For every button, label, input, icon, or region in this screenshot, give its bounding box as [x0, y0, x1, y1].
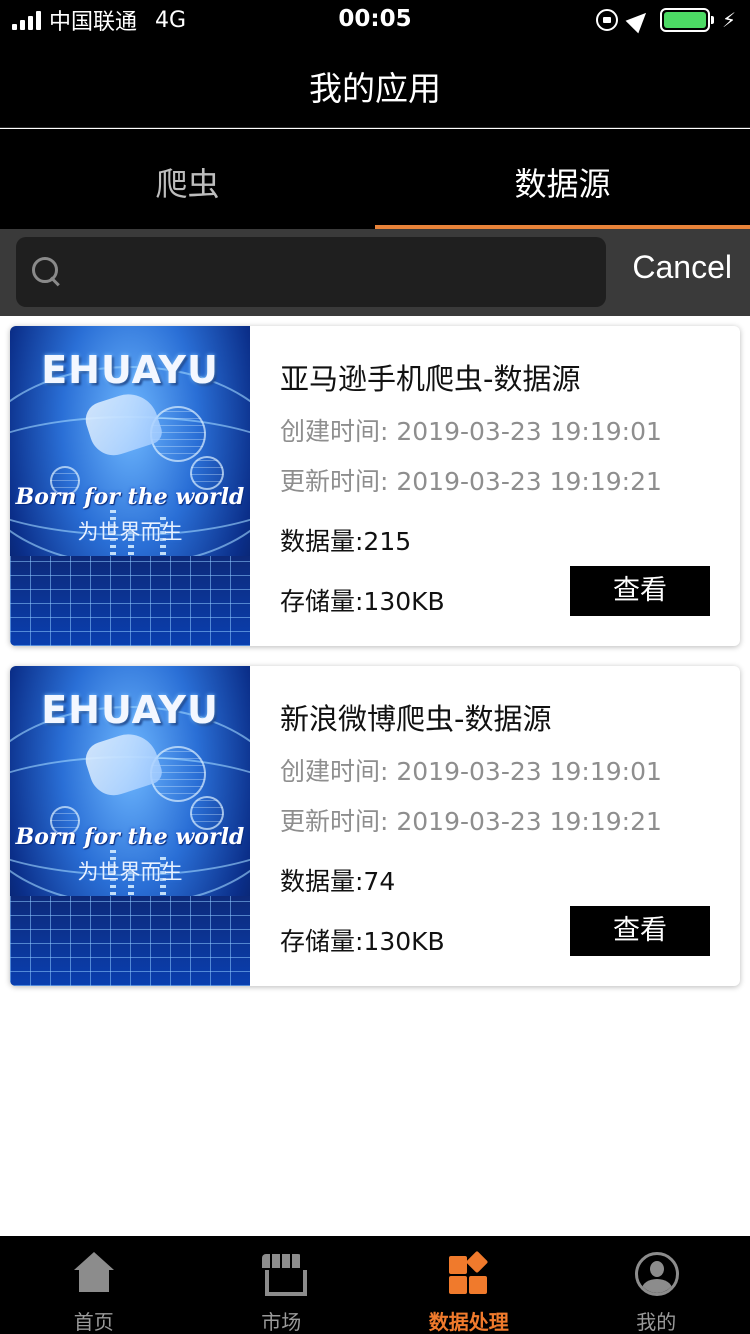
- datasource-card[interactable]: EHUAYU Born for the world 为世界而生 亚马逊手机爬虫-…: [10, 326, 740, 646]
- tabbar-label: 数据处理: [428, 1310, 509, 1334]
- tab-datasource[interactable]: 数据源: [375, 129, 750, 229]
- view-button[interactable]: 查看: [570, 906, 710, 956]
- tabbar-label: 首页: [73, 1310, 114, 1334]
- thumbnail-brand: EHUAYU: [41, 688, 219, 732]
- profile-icon: [634, 1252, 679, 1296]
- tab-crawler[interactable]: 爬虫: [0, 129, 375, 229]
- tabbar-item-data-processing[interactable]: 数据处理: [375, 1236, 563, 1334]
- search-bar: Cancel: [0, 229, 750, 316]
- datasource-list: EHUAYU Born for the world 为世界而生 亚马逊手机爬虫-…: [0, 316, 750, 1236]
- tabbar-item-market[interactable]: 市场: [188, 1236, 376, 1334]
- datasource-thumbnail: EHUAYU Born for the world 为世界而生: [10, 326, 250, 646]
- created-time: 创建时间: 2019-03-23 19:19:01: [280, 757, 662, 786]
- tabbar-item-home[interactable]: 首页: [0, 1236, 188, 1334]
- search-input[interactable]: [76, 247, 596, 297]
- bottom-tab-bar: 首页 市场 数据处理 我的: [0, 1236, 750, 1334]
- thumbnail-tagline-cn: 为世界而生: [77, 860, 183, 884]
- search-field-container[interactable]: [16, 237, 606, 307]
- tab-crawler-label: 爬虫: [155, 165, 220, 203]
- datasource-thumbnail: EHUAYU Born for the world 为世界而生: [10, 666, 250, 986]
- updated-time: 更新时间: 2019-03-23 19:19:21: [280, 807, 662, 836]
- location-icon: [625, 6, 653, 34]
- storage-size: 存储量:130KB: [280, 927, 445, 956]
- created-time: 创建时间: 2019-03-23 19:19:01: [280, 417, 662, 446]
- thumbnail-tagline-cn: 为世界而生: [77, 520, 183, 544]
- datasource-info: 新浪微博爬虫-数据源 创建时间: 2019-03-23 19:19:01 更新时…: [280, 666, 730, 986]
- datasource-card[interactable]: EHUAYU Born for the world 为世界而生 新浪微博爬虫-数…: [10, 666, 740, 986]
- status-bar: 中国联通 4G 00:05 ⚡: [0, 0, 750, 40]
- data-count: 数据量:215: [280, 527, 412, 556]
- rotation-lock-icon: [595, 9, 618, 31]
- thumbnail-brand: EHUAYU: [41, 348, 219, 392]
- battery-icon: [659, 8, 714, 32]
- market-icon: [260, 1252, 307, 1296]
- storage-size: 存储量:130KB: [280, 587, 445, 616]
- datasource-title: 亚马逊手机爬虫-数据源: [280, 362, 581, 396]
- charging-icon: ⚡: [721, 8, 736, 32]
- tabbar-label: 市场: [261, 1310, 302, 1334]
- thumbnail-tagline: Born for the world: [15, 824, 245, 850]
- cancel-button[interactable]: Cancel: [632, 249, 732, 286]
- data-count: 数据量:74: [280, 867, 396, 896]
- search-icon: [32, 257, 62, 287]
- datasource-title: 新浪微博爬虫-数据源: [280, 702, 552, 736]
- tabbar-label: 我的: [636, 1310, 677, 1334]
- thumbnail-tagline: Born for the world: [15, 484, 245, 510]
- tab-datasource-label: 数据源: [514, 165, 611, 203]
- datasource-info: 亚马逊手机爬虫-数据源 创建时间: 2019-03-23 19:19:01 更新…: [280, 326, 730, 646]
- page-title: 我的应用: [309, 69, 441, 108]
- nav-bar: 我的应用: [0, 40, 750, 128]
- home-icon: [72, 1252, 116, 1296]
- updated-time: 更新时间: 2019-03-23 19:19:21: [280, 467, 662, 496]
- segment-tabs: 爬虫 数据源: [0, 129, 750, 229]
- view-button[interactable]: 查看: [570, 566, 710, 616]
- tabbar-item-profile[interactable]: 我的: [563, 1236, 750, 1334]
- data-processing-icon: [447, 1250, 491, 1296]
- status-right: ⚡: [595, 6, 736, 34]
